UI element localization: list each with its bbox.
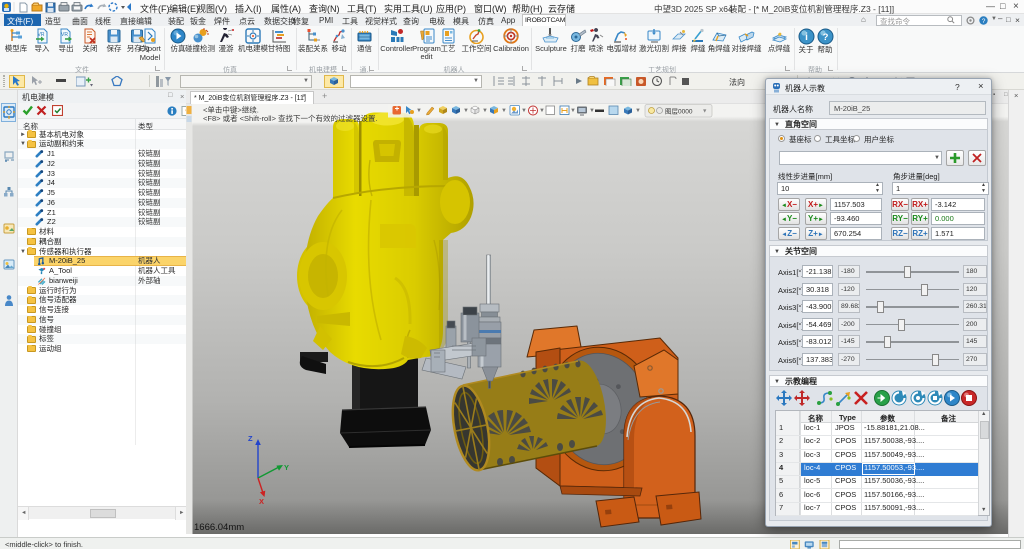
svg-text:▼: ▼ [589, 108, 595, 114]
svg-text:i: i [805, 32, 808, 43]
svg-text:▼: ▼ [539, 108, 545, 114]
svg-text:X: X [259, 497, 264, 506]
svg-text:?: ? [822, 32, 828, 43]
svg-text:▼: ▼ [463, 108, 469, 114]
svg-text:1666.04mm: 1666.04mm [194, 522, 244, 533]
svg-text:▼: ▼ [482, 108, 488, 114]
svg-text:▼: ▼ [521, 108, 527, 114]
svg-text:▼: ▼ [416, 108, 422, 114]
svg-text:?: ? [982, 17, 986, 24]
svg-text:<F8> 或者 <Shift-roll> 查找下一个有效的过: <F8> 或者 <Shift-roll> 查找下一个有效的过滤器设置. [203, 113, 378, 123]
svg-text:▼: ▼ [570, 108, 576, 114]
svg-text:图层0000: 图层0000 [665, 108, 693, 116]
svg-text:▼: ▼ [501, 108, 507, 114]
svg-text:Y: Y [284, 463, 289, 472]
svg-text:VR: VR [61, 32, 68, 38]
svg-text:▼: ▼ [702, 109, 707, 115]
svg-text:Z: Z [248, 434, 253, 443]
svg-text:<单击中键>继续.: <单击中键>继续. [203, 105, 259, 115]
svg-text:▼: ▼ [635, 108, 641, 114]
